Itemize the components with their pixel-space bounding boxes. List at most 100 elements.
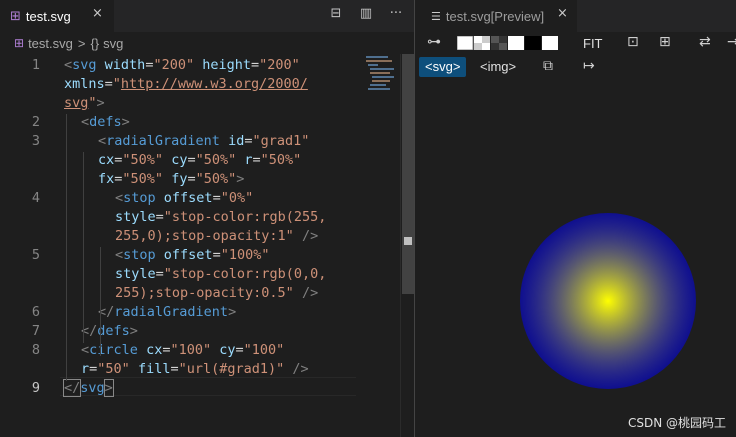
more-actions-icon[interactable]: ···	[388, 6, 404, 21]
code-token: "	[88, 95, 97, 111]
code-token: svg	[64, 95, 89, 111]
split-editor-icon[interactable]: ▥	[358, 6, 374, 21]
scroll-cursor-marker	[404, 237, 412, 245]
code-line[interactable]: 3 <radialGradient id="grad1"	[0, 132, 400, 151]
arrow-right-icon[interactable]: →	[727, 34, 736, 50]
code-line[interactable]: 5 <stop offset="100%"	[0, 246, 400, 265]
code-line[interactable]: style="stop-color:rgb(255,	[0, 208, 400, 227]
code-token: >	[129, 323, 138, 339]
code-text: <defs>	[81, 113, 130, 132]
code-line[interactable]: r="50" fill="url(#grad1)" />	[0, 360, 400, 379]
indent-guide	[83, 152, 84, 343]
view-tab-img[interactable]: <img>	[474, 57, 522, 77]
code-token: offset	[163, 190, 213, 206]
code-text: <circle cx="100" cy="100"	[81, 341, 284, 360]
breadcrumb-symbol[interactable]: svg	[103, 36, 123, 51]
code-token: svg	[72, 57, 97, 73]
code-line[interactable]: svg">	[0, 94, 400, 113]
code-token: cx	[98, 152, 115, 168]
code-line[interactable]: 4 <stop offset="0%"	[0, 189, 400, 208]
code-token: "stop-color:rgb(255,	[163, 209, 327, 225]
code-line[interactable]: 7 </defs>	[0, 322, 400, 341]
zoom-actual-icon[interactable]: ⊞	[659, 34, 671, 50]
code-line[interactable]: 1 <svg width="200" height="200"	[0, 56, 400, 75]
code-token: >	[96, 95, 105, 111]
code-token: "	[112, 76, 121, 92]
code-token: stop	[123, 190, 156, 206]
code-token: </	[62, 379, 82, 397]
code-token: =	[212, 247, 221, 263]
code-editor[interactable]: 1 <svg width="200" height="200" xmlns="htt…	[0, 54, 400, 437]
editor-actions: ⊟ ▥ ···	[328, 6, 404, 21]
tab-test-svg-preview[interactable]: ☰ test.svg[Preview] ×	[415, 0, 577, 32]
tab-label: test.svg[Preview]	[445, 8, 545, 24]
svg-preview-canvas	[520, 213, 696, 389]
code-line[interactable]: 255,0);stop-opacity:1" />	[0, 227, 400, 246]
open-preview-icon[interactable]: ⊟	[328, 6, 344, 21]
code-token: =	[251, 57, 260, 73]
breadcrumb: ⊞ test.svg > {} svg	[0, 32, 414, 54]
breadcrumb-file[interactable]: test.svg	[28, 36, 73, 51]
background-swatches[interactable]	[457, 36, 559, 50]
code-token: style	[115, 266, 156, 282]
code-line[interactable]: fx="50%" fy="50%">	[0, 170, 400, 189]
code-token: stop	[123, 247, 156, 263]
scrollbar-thumb[interactable]	[402, 54, 414, 294]
code-token: =	[252, 152, 261, 168]
pin-icon[interactable]: ⊶	[427, 34, 441, 50]
code-line[interactable]: 9 </svg>	[0, 379, 400, 398]
tab-label: test.svg	[25, 8, 71, 24]
code-text: </svg>	[62, 379, 114, 398]
zoom-fit-icon[interactable]: ⊡	[627, 34, 639, 50]
code-text: 255,0);stop-opacity:1" />	[115, 227, 318, 246]
code-token: =	[104, 76, 113, 92]
line-number: 5	[31, 247, 40, 263]
code-line[interactable]: xmlns="http://www.w3.org/2000/	[0, 75, 400, 94]
minimap[interactable]	[364, 54, 400, 94]
tab-test-svg[interactable]: ⊞ test.svg ×	[0, 0, 114, 32]
export-arrow-icon[interactable]: ↦	[583, 58, 595, 74]
line-number: 7	[31, 323, 40, 339]
code-token: =	[235, 342, 244, 358]
code-token: >	[228, 304, 237, 320]
line-number: 4	[31, 190, 40, 206]
code-token: >	[236, 171, 245, 187]
code-token: cy	[171, 152, 188, 168]
code-line[interactable]: 2 <defs>	[0, 113, 400, 132]
code-text: cx="50%" cy="50%" r="50%"	[98, 151, 301, 170]
code-token: =	[170, 361, 179, 377]
code-token: />	[292, 361, 309, 377]
code-token: <	[81, 114, 90, 130]
close-icon[interactable]: ×	[557, 6, 568, 21]
copy-icon[interactable]: ⧉	[543, 58, 553, 74]
code-token: />	[301, 285, 319, 301]
code-token: defs	[89, 114, 122, 130]
code-token: "50%"	[260, 152, 302, 168]
code-token: height	[202, 57, 252, 73]
code-token: <	[115, 247, 124, 263]
code-line[interactable]: 255);stop-opacity:0.5" />	[0, 284, 400, 303]
watermark: CSDN @桃园码工	[627, 416, 726, 430]
code-line[interactable]: 8 <circle cx="100" cy="100"	[0, 341, 400, 360]
code-text: </radialGradient>	[98, 303, 236, 322]
code-token: "200"	[259, 57, 300, 73]
fit-button[interactable]: FIT	[583, 36, 603, 51]
close-icon[interactable]: ×	[92, 6, 103, 21]
code-token: "50%"	[122, 152, 164, 168]
code-line[interactable]: style="stop-color:rgb(0,0,	[0, 265, 400, 284]
line-number: 8	[31, 342, 40, 358]
code-token: circle	[89, 342, 138, 358]
code-token: "stop-color:rgb(0,0,	[163, 266, 327, 282]
vertical-scrollbar[interactable]	[400, 54, 414, 437]
swap-icon[interactable]: ⇄	[699, 34, 711, 50]
code-line[interactable]: 6 </radialGradient>	[0, 303, 400, 322]
code-token: radialGradient	[106, 133, 220, 149]
view-tab-svg[interactable]: <svg>	[419, 57, 467, 77]
code-line[interactable]: cx="50%" cy="50%" r="50%"	[0, 151, 400, 170]
preview-view-tabs: <svg> <img> ⧉ ↦	[415, 54, 736, 80]
symbol-braces-icon: {}	[90, 35, 100, 51]
